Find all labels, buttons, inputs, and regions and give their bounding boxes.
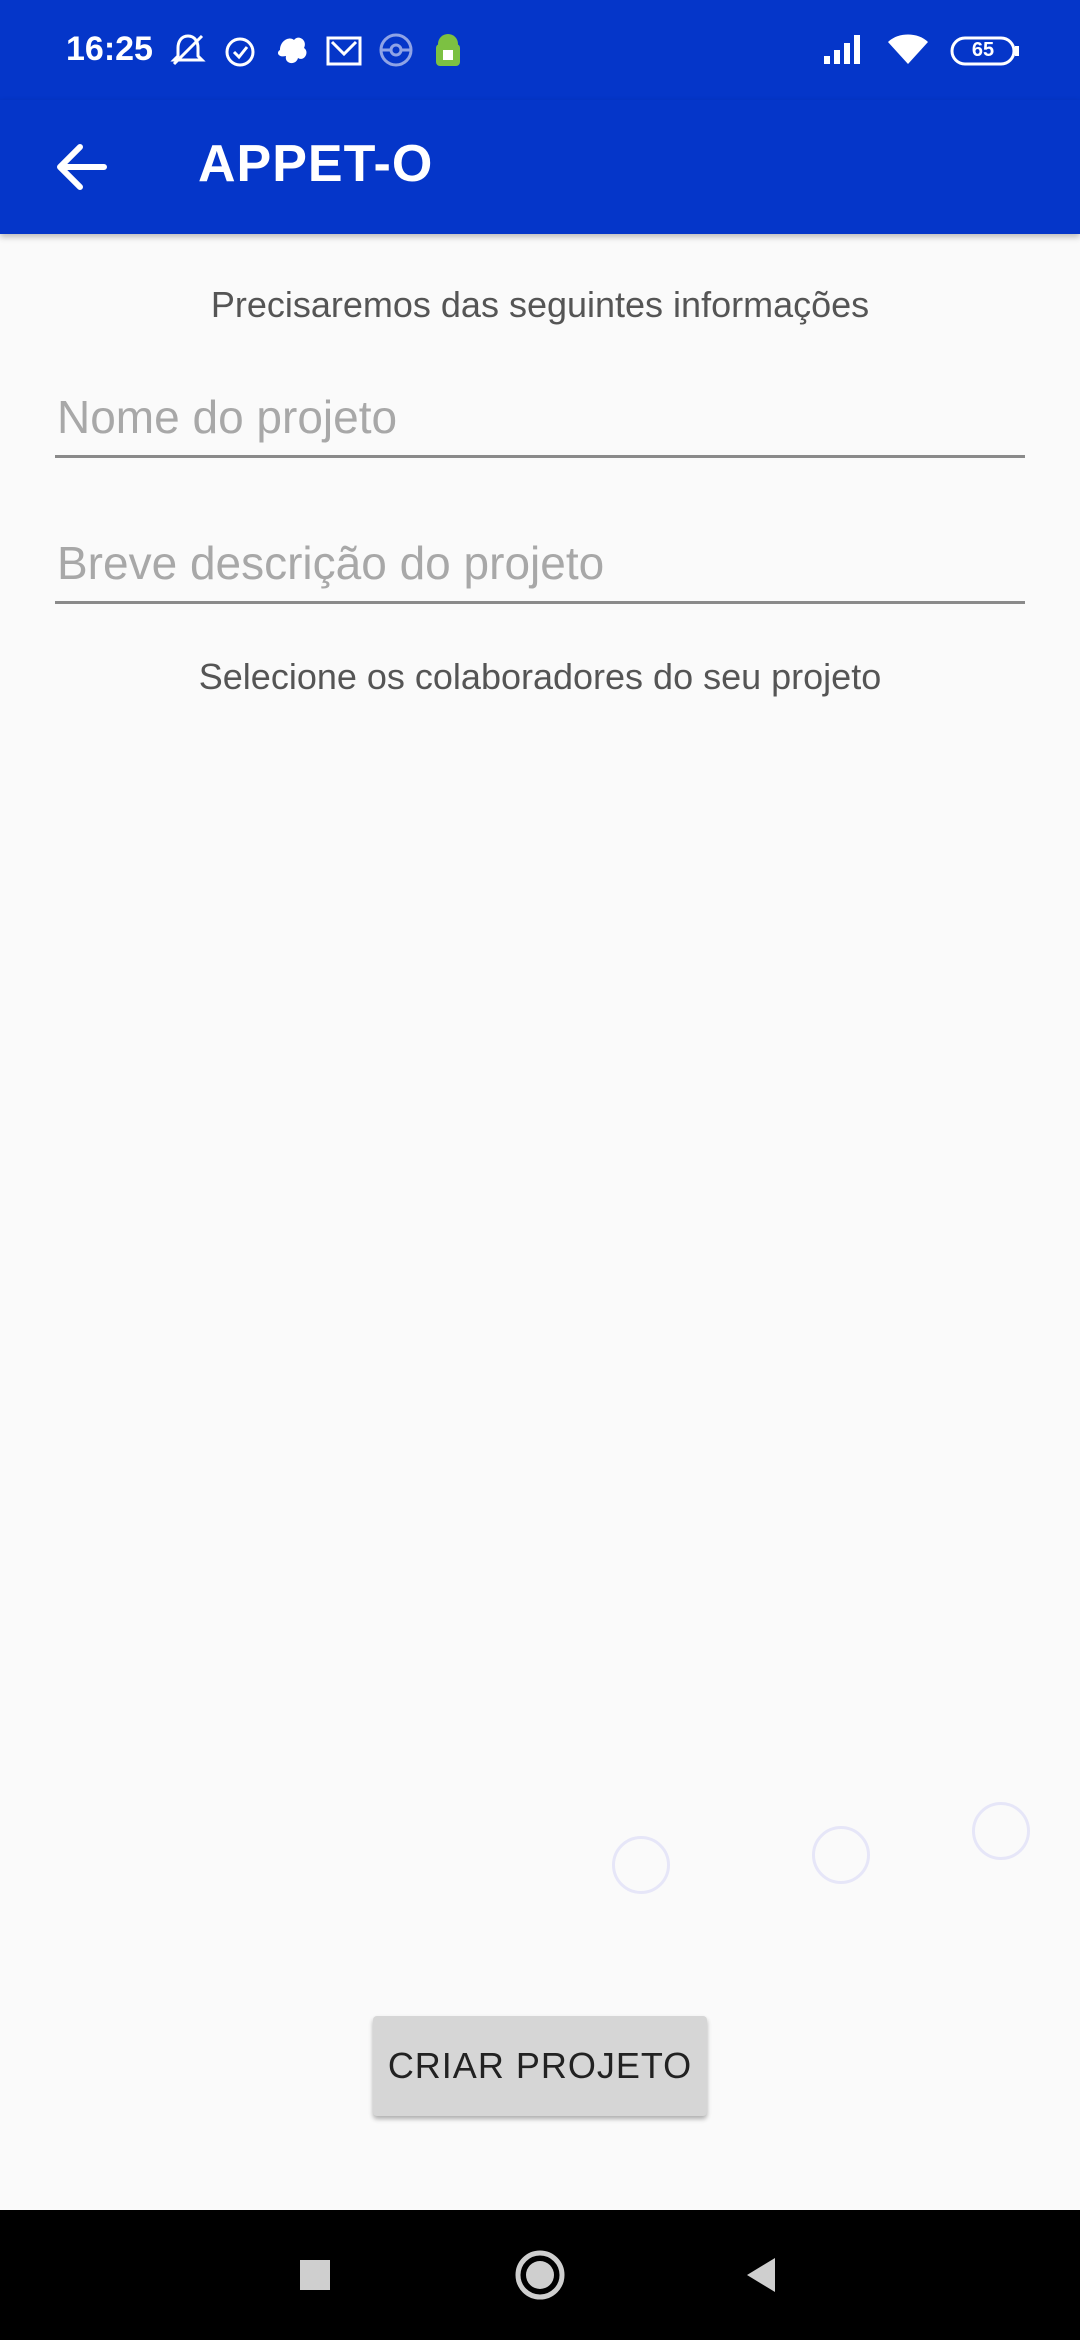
- battery-level: 65: [971, 39, 995, 61]
- loading-indicator: [972, 1802, 1030, 1860]
- leaf-notification-icon: [272, 30, 312, 70]
- android-icon: [428, 30, 468, 70]
- triangle-back-icon: [747, 2258, 775, 2292]
- project-name-input[interactable]: [55, 378, 1025, 458]
- collaborators-label: Selecione os colaboradores do seu projet…: [198, 656, 882, 697]
- system-icons: 65: [822, 30, 1020, 72]
- navigation-bar: [0, 2210, 1080, 2340]
- arrow-left-icon: [57, 144, 107, 190]
- back-button[interactable]: [40, 122, 130, 212]
- home-button[interactable]: [505, 2240, 575, 2310]
- alarm-icon: [220, 30, 260, 70]
- loading-indicator: [812, 1826, 870, 1884]
- app-bar: APPET-O: [0, 100, 1080, 234]
- mute-icon: [168, 30, 208, 70]
- circle-home-icon: [515, 2250, 565, 2300]
- pokeball-icon: [376, 30, 416, 70]
- back-nav-button[interactable]: [725, 2240, 795, 2310]
- battery-icon: 65: [950, 35, 1020, 67]
- wifi-icon: [886, 32, 930, 71]
- app-title: APPET-O: [198, 135, 434, 193]
- loading-indicator: [612, 1836, 670, 1894]
- signal-icon: [822, 32, 866, 71]
- create-project-button[interactable]: CRIAR PROJETO: [373, 2016, 707, 2116]
- recents-button[interactable]: [280, 2240, 350, 2310]
- status-time: 16:25: [66, 30, 153, 68]
- status-bar: 16:25 65: [0, 0, 1080, 100]
- form-heading: Precisaremos das seguintes informações: [210, 284, 870, 325]
- square-icon: [300, 2260, 330, 2290]
- notification-icons: [168, 30, 468, 72]
- mail-icon: [324, 30, 364, 70]
- project-description-input[interactable]: [55, 524, 1025, 604]
